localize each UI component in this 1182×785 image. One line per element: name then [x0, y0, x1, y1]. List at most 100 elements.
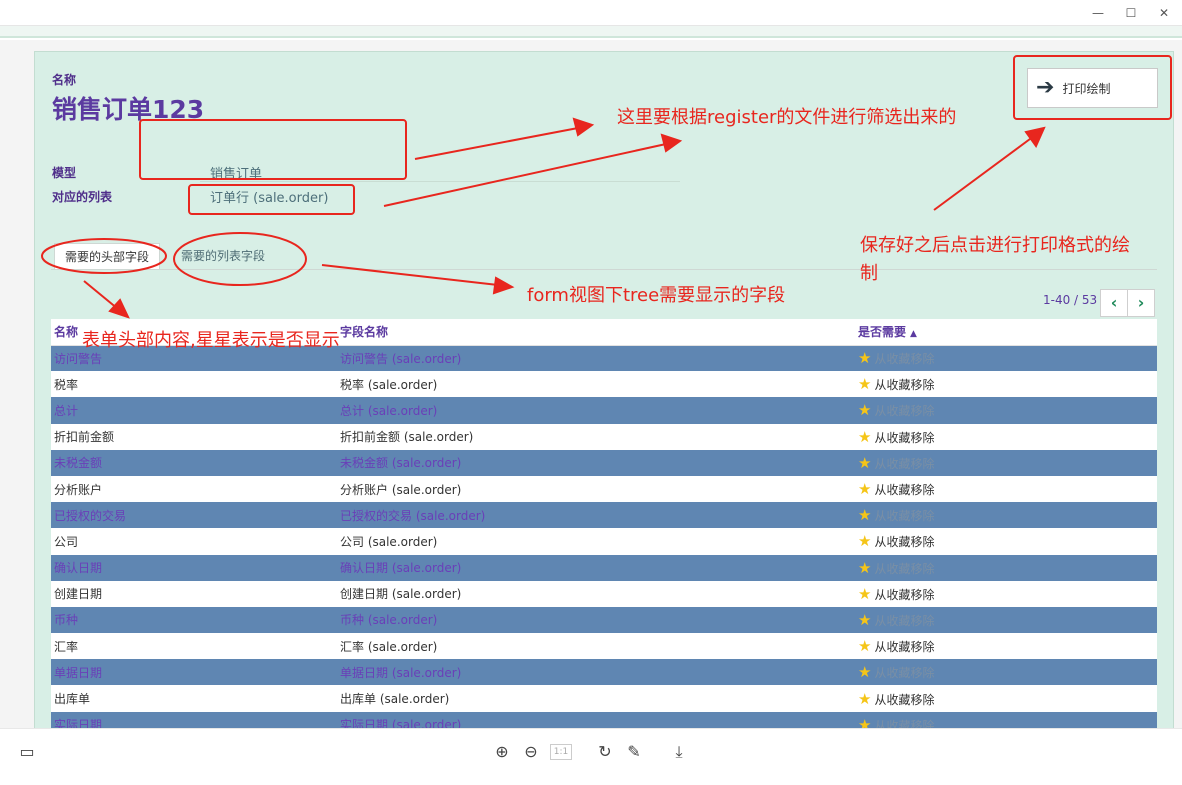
favorite-status: 从收藏移除 [874, 535, 935, 550]
cell-required[interactable]: ★ 从收藏移除 [855, 502, 1157, 529]
cell-name: 分析账户 [51, 475, 337, 503]
table-row[interactable]: 税率 税率 (sale.order) ★ 从收藏移除 [51, 371, 1157, 398]
cell-name: 公司 [51, 528, 337, 555]
table-row[interactable]: 单据日期 单据日期 (sale.order) ★ 从收藏移除 [51, 659, 1157, 686]
window-title-bar: — ☐ ✕ [0, 0, 1182, 26]
cell-required[interactable]: ★ 从收藏移除 [855, 449, 1157, 476]
favorite-status: 从收藏移除 [874, 483, 935, 498]
cell-name: 已授权的交易 [51, 502, 337, 529]
star-icon[interactable]: ★ [858, 349, 871, 367]
cell-field: 币种 (sale.order) [337, 606, 855, 634]
star-icon[interactable]: ★ [858, 585, 871, 603]
cell-field: 创建日期 (sale.order) [337, 580, 855, 607]
viewer-toolbar: ▭ ⊕ ⊖ 1:1 ↻ ✎ ⤓ [0, 728, 1182, 785]
cell-required[interactable]: ★ 从收藏移除 [855, 371, 1157, 398]
cell-required[interactable]: ★ 从收藏移除 [855, 580, 1157, 607]
zoom-out-icon[interactable]: ⊖ [520, 741, 542, 763]
favorite-status: 从收藏移除 [874, 692, 935, 707]
star-icon[interactable]: ★ [858, 506, 871, 524]
annotation-header-content: 表单头部内容,星星表示是否显示 [82, 330, 340, 351]
actual-size-icon[interactable]: 1:1 [550, 744, 572, 760]
cell-name: 实际日期 [51, 711, 337, 728]
cell-name: 创建日期 [51, 580, 337, 607]
cell-required[interactable]: ★ 从收藏移除 [855, 606, 1157, 634]
rotate-icon[interactable]: ↻ [594, 741, 616, 763]
star-icon[interactable]: ★ [858, 663, 871, 681]
zoom-in-icon[interactable]: ⊕ [491, 741, 513, 763]
star-icon[interactable]: ★ [858, 428, 871, 446]
cell-name: 币种 [51, 606, 337, 634]
cell-field: 已授权的交易 (sale.order) [337, 502, 855, 529]
close-button[interactable]: ✕ [1154, 4, 1174, 22]
cell-required[interactable]: ★ 从收藏移除 [855, 397, 1157, 424]
print-design-label: 打印绘制 [1062, 81, 1111, 96]
chevron-left-icon[interactable]: ‹ [1100, 289, 1128, 317]
table-row[interactable]: 汇率 汇率 (sale.order) ★ 从收藏移除 [51, 633, 1157, 660]
cell-field: 税率 (sale.order) [337, 371, 855, 398]
cell-field: 实际日期 (sale.order) [337, 711, 855, 728]
table-row[interactable]: 未税金额 未税金额 (sale.order) ★ 从收藏移除 [51, 449, 1157, 476]
star-icon[interactable]: ★ [858, 480, 871, 498]
cell-required[interactable]: ★ 从收藏移除 [855, 528, 1157, 555]
cell-name: 汇率 [51, 633, 337, 660]
table-row[interactable]: 总计 总计 (sale.order) ★ 从收藏移除 [51, 397, 1157, 424]
cell-required[interactable]: ★ 从收藏移除 [855, 423, 1157, 450]
table-row[interactable]: 公司 公司 (sale.order) ★ 从收藏移除 [51, 528, 1157, 555]
cell-required[interactable]: ★ 从收藏移除 [855, 554, 1157, 581]
table-row[interactable]: 创建日期 创建日期 (sale.order) ★ 从收藏移除 [51, 580, 1157, 607]
model-field[interactable]: 销售订单 [210, 163, 262, 182]
star-icon[interactable]: ★ [858, 611, 871, 629]
table-row[interactable]: 分析账户 分析账户 (sale.order) ★ 从收藏移除 [51, 475, 1157, 503]
table-row[interactable]: 折扣前金额 折扣前金额 (sale.order) ★ 从收藏移除 [51, 423, 1157, 450]
top-strip [0, 26, 1182, 38]
image-canvas: 名称 销售订单123 模型 销售订单 对应的列表 订单行 (sale.order… [0, 40, 1182, 728]
star-icon[interactable]: ★ [858, 454, 871, 472]
table-row[interactable]: 币种 币种 (sale.order) ★ 从收藏移除 [51, 606, 1157, 634]
star-icon[interactable]: ★ [858, 375, 871, 393]
cell-required[interactable]: ★ 从收藏移除 [855, 633, 1157, 660]
tab-list-fields[interactable]: 需要的列表字段 [171, 243, 275, 269]
star-icon[interactable]: ★ [858, 690, 871, 708]
pager-range: 1-40 / 53 [1043, 293, 1098, 307]
cell-required[interactable]: ★ 从收藏移除 [855, 685, 1157, 712]
download-icon[interactable]: ⤓ [668, 741, 690, 763]
table-row[interactable]: 出库单 出库单 (sale.order) ★ 从收藏移除 [51, 685, 1157, 712]
annotation-print-hint-2: 制 [860, 263, 878, 284]
star-icon[interactable]: ★ [858, 637, 871, 655]
cell-required[interactable]: ★ 从收藏移除 [855, 711, 1157, 728]
maximize-button[interactable]: ☐ [1121, 4, 1141, 22]
col-field-header[interactable]: 字段名称 [337, 319, 855, 346]
layout-icon[interactable]: ▭ [16, 741, 38, 763]
star-icon[interactable]: ★ [858, 401, 871, 419]
cell-required[interactable]: ★ 从收藏移除 [855, 659, 1157, 686]
favorite-status: 从收藏移除 [874, 378, 935, 393]
annotation-print-hint: 保存好之后点击进行打印格式的绘 [860, 235, 1130, 256]
page-title: 销售订单123 [52, 95, 205, 124]
tab-header-fields[interactable]: 需要的头部字段 [54, 243, 161, 269]
table-row[interactable]: 实际日期 实际日期 (sale.order) ★ 从收藏移除 [51, 711, 1157, 728]
cell-field: 折扣前金额 (sale.order) [337, 423, 855, 450]
cell-required[interactable]: ★ 从收藏移除 [855, 345, 1157, 372]
star-icon[interactable]: ★ [858, 532, 871, 550]
cell-required[interactable]: ★ 从收藏移除 [855, 475, 1157, 503]
annotation-tree-fields: form视图下tree需要显示的字段 [527, 285, 786, 306]
name-label: 名称 [52, 73, 77, 87]
chevron-right-icon[interactable]: › [1127, 289, 1155, 317]
star-icon[interactable]: ★ [858, 559, 871, 577]
cell-field: 未税金额 (sale.order) [337, 449, 855, 476]
cell-field: 总计 (sale.order) [337, 397, 855, 424]
star-icon[interactable]: ★ [858, 716, 871, 728]
arrow-right-icon: ➔ [1036, 75, 1055, 100]
table-row[interactable]: 确认日期 确认日期 (sale.order) ★ 从收藏移除 [51, 554, 1157, 581]
favorite-status: 从收藏移除 [874, 718, 935, 728]
list-field[interactable]: 订单行 (sale.order) [210, 187, 328, 206]
cell-field: 访问警告 (sale.order) [337, 345, 855, 372]
print-design-button[interactable]: ➔ 打印绘制 [1027, 68, 1158, 108]
edit-icon[interactable]: ✎ [623, 741, 645, 763]
favorite-status: 从收藏移除 [874, 587, 935, 602]
col-required-header[interactable]: 是否需要 ▲ [855, 319, 1157, 346]
table-row[interactable]: 已授权的交易 已授权的交易 (sale.order) ★ 从收藏移除 [51, 502, 1157, 529]
minimize-button[interactable]: — [1088, 4, 1108, 22]
model-underline [200, 181, 680, 182]
cell-name: 确认日期 [51, 554, 337, 581]
